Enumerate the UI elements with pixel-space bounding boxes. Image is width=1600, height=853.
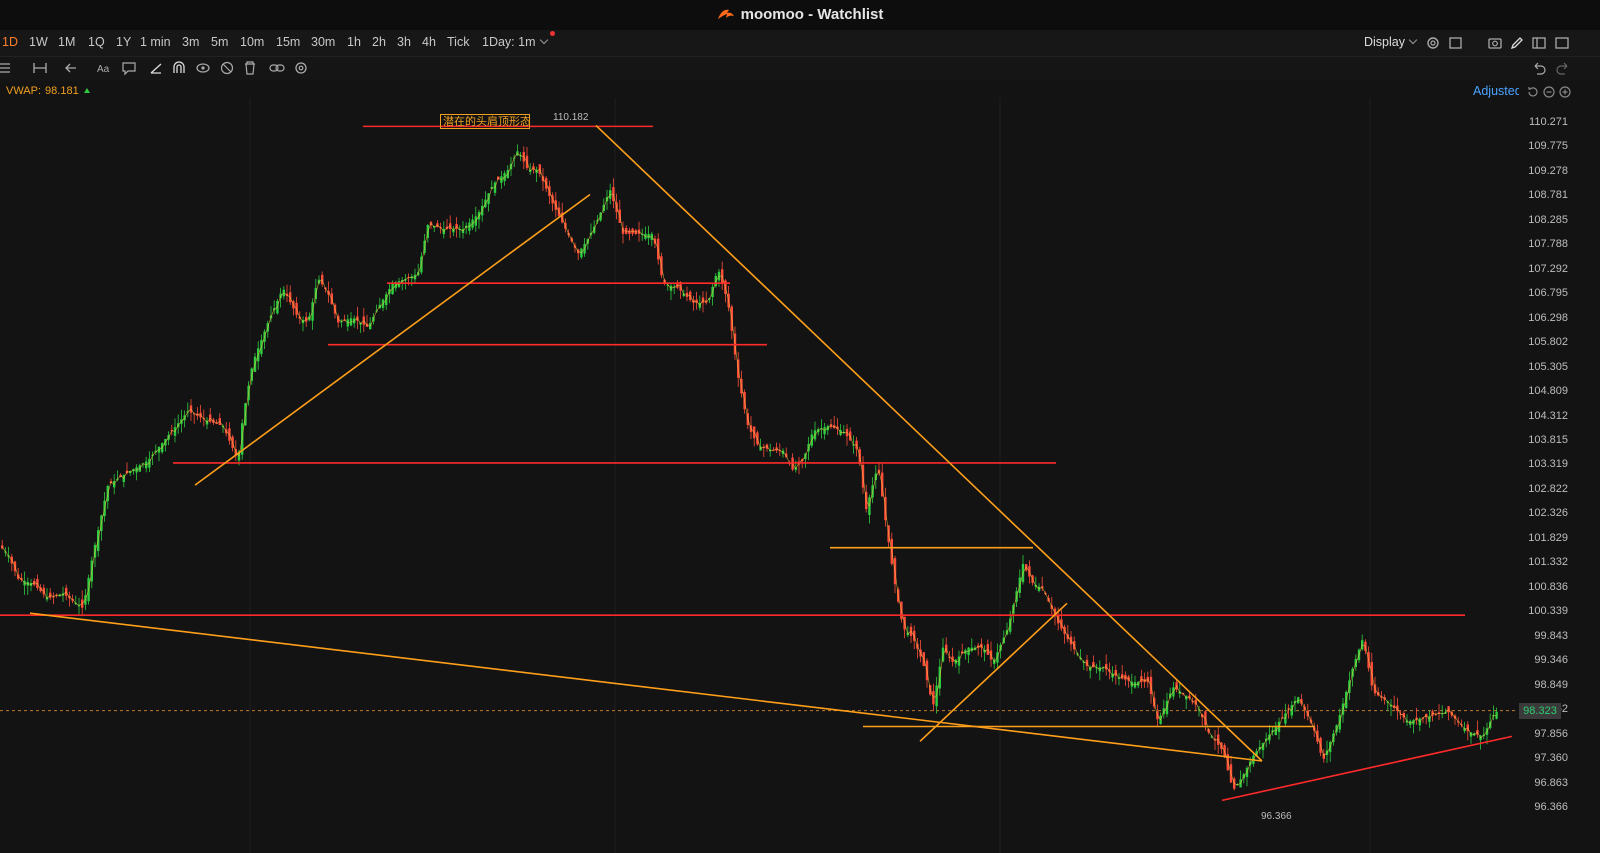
drawing-toolbar — [0, 56, 1600, 81]
timeframe-3h[interactable]: 3h — [397, 35, 411, 49]
axis-tick-label: 102.326 — [1528, 507, 1568, 520]
pattern-annotation[interactable]: 潜在的头肩顶形态 — [440, 114, 530, 129]
axis-tick-label: 109.278 — [1528, 164, 1568, 177]
settings-icon[interactable] — [1425, 35, 1441, 51]
window-icon[interactable] — [1554, 35, 1570, 51]
timeframe-1h[interactable]: 1h — [347, 35, 361, 49]
delete-icon[interactable] — [242, 60, 258, 76]
axis-tick-label: 109.775 — [1528, 140, 1568, 153]
trend-line — [919, 602, 1068, 742]
timeframe-1m[interactable]: 1M — [58, 35, 75, 49]
panel-icon[interactable] — [1531, 35, 1547, 51]
timeframe-15m[interactable]: 15m — [276, 35, 300, 49]
adjusted-button[interactable]: Adjusted — [1473, 84, 1519, 98]
layout-icon[interactable] — [1448, 35, 1464, 51]
axis-tick-label: 97.360 — [1534, 752, 1568, 765]
vwap-line — [1, 153, 1497, 786]
list-icon[interactable] — [0, 60, 12, 76]
axis-tick-label: 96.863 — [1534, 776, 1568, 789]
undo-icon[interactable] — [1531, 60, 1547, 76]
pencil-icon[interactable] — [1509, 35, 1525, 51]
current-price-tag: 98.323 — [1519, 702, 1561, 719]
magnet-icon[interactable] — [171, 60, 187, 76]
timeframe-1y[interactable]: 1Y — [116, 35, 131, 49]
axis-tick-label: 103.815 — [1528, 434, 1568, 447]
timeframe-1q[interactable]: 1Q — [88, 35, 105, 49]
axis-tick-label: 103.319 — [1528, 458, 1568, 471]
timeframe-4h[interactable]: 4h — [422, 35, 436, 49]
axis-tick-label: 105.305 — [1528, 360, 1568, 373]
axis-tick-label: 98.849 — [1534, 678, 1568, 691]
timeframe-1w[interactable]: 1W — [29, 35, 48, 49]
link-icon[interactable] — [269, 60, 285, 76]
axis-tick-label: 106.298 — [1528, 311, 1568, 324]
draw-line-icon[interactable] — [148, 60, 164, 76]
trend-line — [194, 193, 591, 486]
moomoo-logo-icon — [717, 9, 734, 19]
axis-tick-label: 105.802 — [1528, 336, 1568, 349]
timeframe-30m[interactable]: 30m — [311, 35, 335, 49]
axis-tick-label: 104.312 — [1528, 409, 1568, 422]
axis-tick-label: 100.836 — [1528, 580, 1568, 593]
timeframe-3m[interactable]: 3m — [182, 35, 199, 49]
display-dropdown[interactable]: Display — [1364, 35, 1418, 49]
trend-line — [595, 124, 1263, 762]
axis-tick-label: 99.843 — [1534, 629, 1568, 642]
axis-tick-label: 107.292 — [1528, 262, 1568, 275]
comment-icon[interactable] — [121, 60, 137, 76]
axis-tick-label: 104.809 — [1528, 385, 1568, 398]
timeframe-5m[interactable]: 5m — [211, 35, 228, 49]
up-arrow-icon — [83, 88, 90, 93]
timeframe-1-min[interactable]: 1 min — [140, 35, 171, 49]
axis-tick-label: 100.339 — [1528, 605, 1568, 618]
high-label: 110.182 — [553, 112, 589, 123]
window-title: moomoo - Watchlist — [0, 6, 1600, 23]
interval-select[interactable]: 1Day: 1m — [482, 31, 554, 49]
timeframe-10m[interactable]: 10m — [240, 35, 264, 49]
chevron-down-icon — [1408, 35, 1418, 45]
axis-tick-label: 108.781 — [1528, 189, 1568, 202]
vwap-indicator[interactable]: VWAP: 98.181 — [6, 85, 90, 97]
axis-tick-label: 110.271 — [1529, 116, 1568, 128]
axis-tick-label: 97.856 — [1534, 727, 1568, 740]
axis-tick-label: 102.822 — [1528, 482, 1568, 495]
trend-line — [29, 612, 1263, 762]
axis-tick-label: 99.346 — [1534, 654, 1568, 667]
text-icon[interactable]: Aa — [97, 60, 113, 76]
arrow-back-icon[interactable] — [63, 60, 79, 76]
camera-icon[interactable] — [1487, 35, 1503, 51]
trend-line — [1221, 735, 1513, 802]
hide-icon[interactable] — [219, 60, 235, 76]
timeframe-tick[interactable]: Tick — [447, 35, 469, 49]
timeframe-1d[interactable]: 1D — [2, 35, 18, 49]
settings-icon[interactable] — [293, 60, 309, 76]
chevron-down-icon — [539, 35, 548, 45]
redo-icon[interactable] — [1555, 60, 1571, 76]
range-icon[interactable] — [32, 60, 48, 76]
axis-tick-label: 107.788 — [1528, 238, 1568, 251]
axis-tick-label: 96.366 — [1534, 801, 1568, 813]
low-label: 96.366 — [1261, 811, 1292, 822]
axis-tick-label: 101.829 — [1528, 531, 1568, 544]
svg-text:Aa: Aa — [97, 64, 110, 75]
axis-tick-label: 108.285 — [1528, 213, 1568, 226]
candlestick-chart[interactable] — [0, 98, 1600, 853]
axis-tick-label: 101.332 — [1528, 556, 1568, 569]
timeframe-2h[interactable]: 2h — [372, 35, 386, 49]
eye-icon[interactable] — [195, 60, 211, 76]
axis-tick-label: 106.795 — [1528, 287, 1568, 300]
